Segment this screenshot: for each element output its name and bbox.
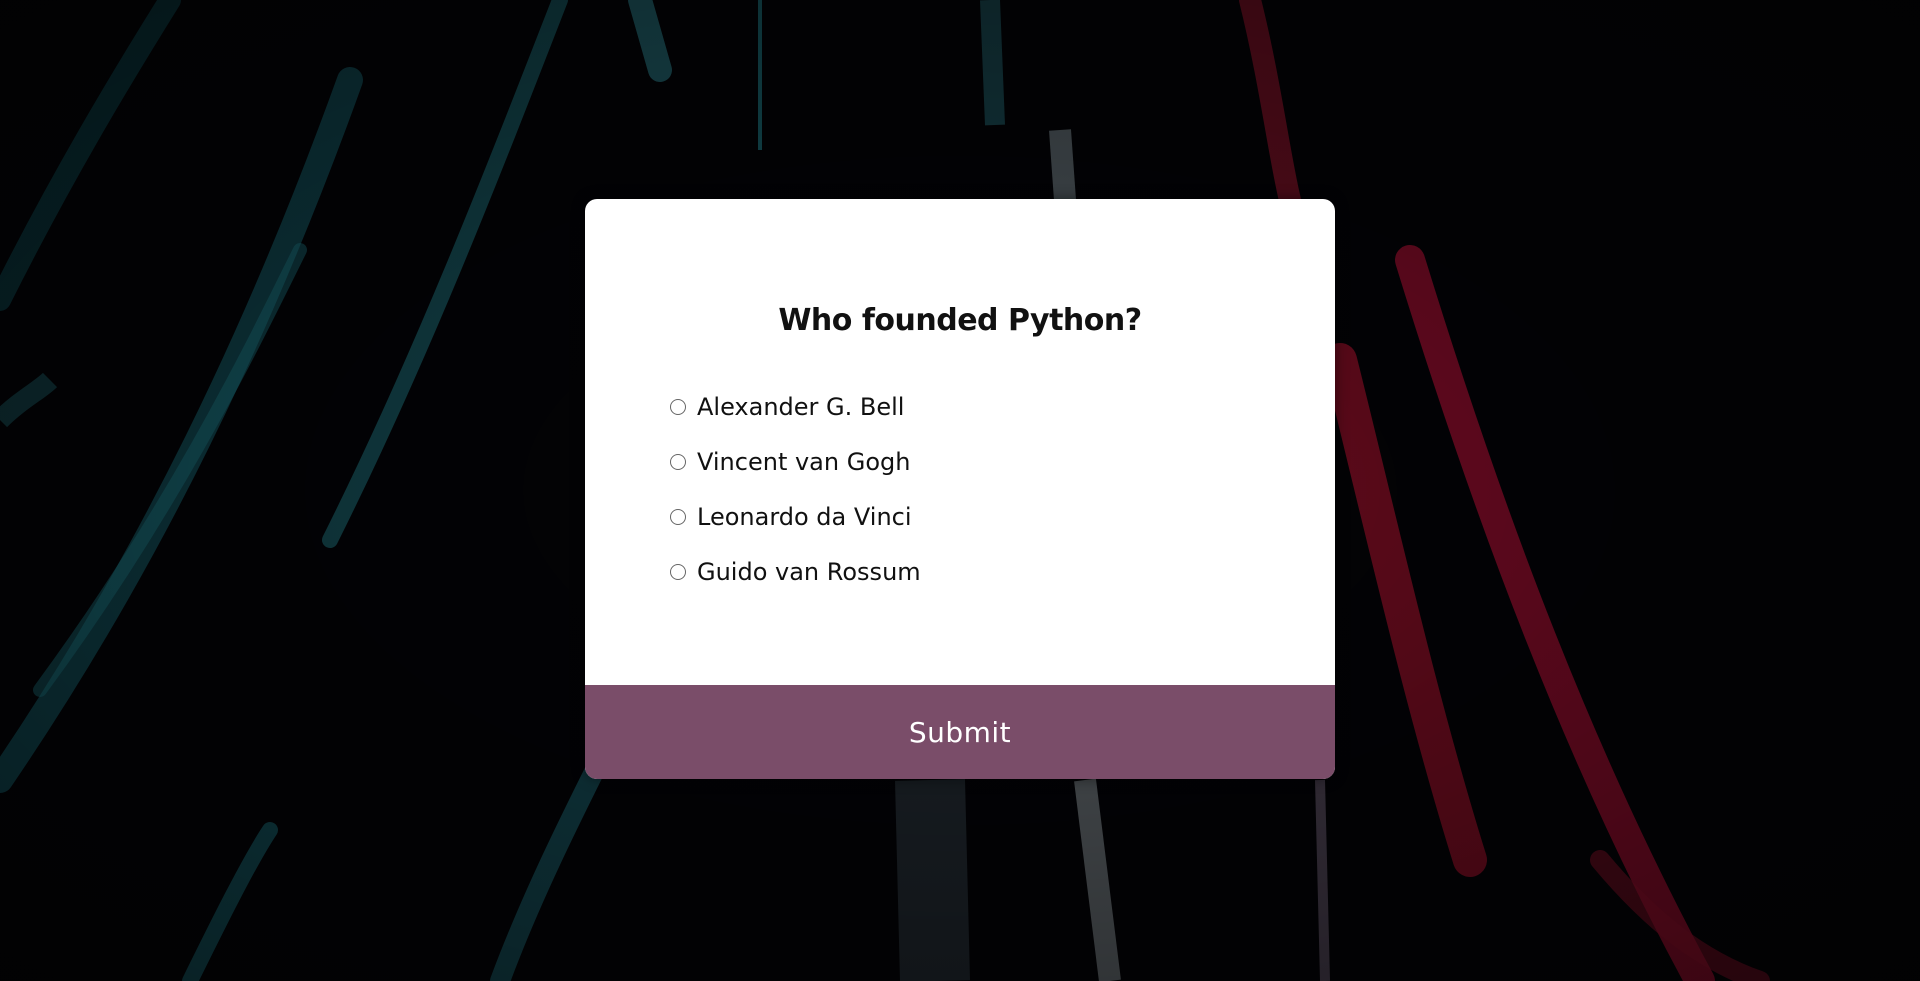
- answer-label[interactable]: Alexander G. Bell: [697, 393, 904, 421]
- answer-option[interactable]: Alexander G. Bell: [670, 379, 921, 434]
- answer-label[interactable]: Leonardo da Vinci: [697, 503, 912, 531]
- quiz-card: Who founded Python? Alexander G. Bell Vi…: [585, 199, 1335, 779]
- answer-label[interactable]: Vincent van Gogh: [697, 448, 910, 476]
- answer-option[interactable]: Leonardo da Vinci: [670, 489, 921, 544]
- answer-label[interactable]: Guido van Rossum: [697, 558, 921, 586]
- radio-button[interactable]: [670, 563, 686, 580]
- quiz-body: Who founded Python? Alexander G. Bell Vi…: [585, 199, 1335, 685]
- radio-button[interactable]: [670, 398, 686, 415]
- radio-button[interactable]: [670, 508, 686, 525]
- answer-option[interactable]: Guido van Rossum: [670, 544, 921, 599]
- answer-option[interactable]: Vincent van Gogh: [670, 434, 921, 489]
- submit-button[interactable]: Submit: [585, 685, 1335, 779]
- radio-button[interactable]: [670, 453, 686, 470]
- question-text: Who founded Python?: [778, 303, 1142, 338]
- answer-options: Alexander G. Bell Vincent van Gogh Leona…: [670, 379, 921, 599]
